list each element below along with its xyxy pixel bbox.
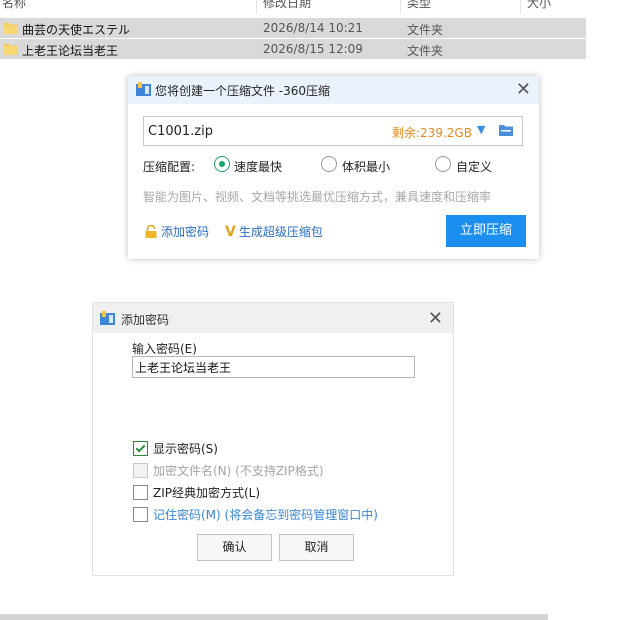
free-space-label: 剩余:239.2GB xyxy=(392,126,472,140)
add-password-dialog: 添加密码 ✕ 输入密码(E) 显示密码(S) 加密文件名(N) (不支持ZIP格… xyxy=(92,302,454,576)
super-archive-link[interactable]: V 生成超级压缩包 xyxy=(225,223,323,240)
file-row[interactable]: 上老王论坛当老王 2026/8/15 12:09 文件夹 xyxy=(0,39,586,59)
file-type: 文件夹 xyxy=(407,44,444,58)
column-size[interactable]: 大小 xyxy=(527,0,551,11)
create-archive-dialog: 您将创建一个压缩文件 -360压缩 ✕ C1001.zip 剩余:239.2GB… xyxy=(128,76,539,259)
dialog-titlebar[interactable]: 您将创建一个压缩文件 -360压缩 ✕ xyxy=(128,76,539,104)
archive-path-field[interactable]: C1001.zip 剩余:239.2GB ▼ xyxy=(143,116,523,146)
chevron-down-icon[interactable]: ▼ xyxy=(477,123,485,136)
folder-icon xyxy=(4,23,18,34)
column-date[interactable]: 修改日期 xyxy=(263,0,311,11)
file-row[interactable]: 曲芸の天使エステル 2026/8/14 10:21 文件夹 xyxy=(0,18,586,38)
lock-icon xyxy=(145,225,157,238)
horizontal-scrollbar[interactable] xyxy=(0,614,548,620)
360zip-app-icon xyxy=(100,311,115,325)
360zip-app-icon xyxy=(136,82,151,96)
remember-password-label[interactable]: 记住密码(M) (将会备忘到密码管理窗口中) xyxy=(153,506,378,523)
browse-folder-icon[interactable] xyxy=(498,123,514,137)
super-archive-label: 生成超级压缩包 xyxy=(238,225,323,239)
radio-smallest[interactable] xyxy=(321,156,337,172)
close-icon[interactable]: ✕ xyxy=(516,79,531,100)
file-date: 2026/8/15 12:09 xyxy=(263,42,363,56)
close-icon[interactable]: ✕ xyxy=(428,308,443,329)
folder-icon xyxy=(4,44,18,55)
zip-classic-encryption-checkbox[interactable] xyxy=(133,485,148,500)
add-password-link[interactable]: 添加密码 xyxy=(144,223,209,240)
add-password-label: 添加密码 xyxy=(161,225,210,239)
vip-icon: V xyxy=(225,224,236,240)
archive-filename[interactable]: C1001.zip xyxy=(148,124,213,139)
column-name[interactable]: 名称 xyxy=(2,0,26,11)
dialog-title: 您将创建一个压缩文件 -360压缩 xyxy=(155,84,331,98)
remember-password-checkbox[interactable] xyxy=(133,507,148,522)
column-header: 名称 修改日期 类型 大小 xyxy=(0,0,586,14)
show-password-label[interactable]: 显示密码(S) xyxy=(153,440,218,457)
cancel-button[interactable]: 取消 xyxy=(279,534,354,561)
file-name: 曲芸の天使エステル xyxy=(22,23,131,37)
show-password-checkbox[interactable] xyxy=(133,441,148,456)
compress-now-button[interactable]: 立即压缩 xyxy=(446,215,526,247)
dialog-titlebar[interactable]: 添加密码 ✕ xyxy=(93,303,453,333)
radio-custom[interactable] xyxy=(435,156,451,172)
confirm-button[interactable]: 确认 xyxy=(197,534,272,561)
compression-config-label: 压缩配置: xyxy=(143,160,196,174)
radio-fastest[interactable] xyxy=(214,156,230,172)
compression-hint: 智能为图片、视频、文档等挑选最优压缩方式，兼具速度和压缩率 xyxy=(143,190,492,204)
column-type[interactable]: 类型 xyxy=(407,0,431,11)
file-type: 文件夹 xyxy=(407,23,444,37)
radio-label-smallest[interactable]: 体积最小 xyxy=(342,158,390,175)
zip-classic-encryption-label[interactable]: ZIP经典加密方式(L) xyxy=(153,484,260,501)
dialog-title: 添加密码 xyxy=(121,313,170,327)
explorer-side-area xyxy=(586,0,619,620)
file-name: 上老王论坛当老王 xyxy=(22,44,119,58)
password-input-label: 输入密码(E) xyxy=(132,342,197,356)
radio-label-fastest[interactable]: 速度最快 xyxy=(234,158,282,175)
file-date: 2026/8/14 10:21 xyxy=(263,21,363,35)
encrypt-filenames-label: 加密文件名(N) (不支持ZIP格式) xyxy=(153,464,324,478)
password-input[interactable] xyxy=(132,356,415,378)
radio-label-custom[interactable]: 自定义 xyxy=(456,158,492,175)
encrypt-filenames-checkbox xyxy=(133,463,148,478)
